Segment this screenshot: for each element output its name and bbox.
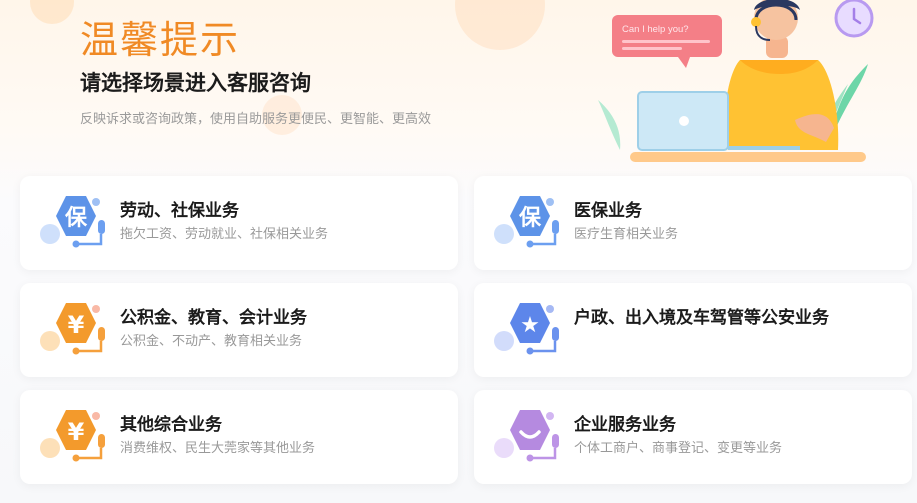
star-badge-icon: ★ <box>494 303 559 355</box>
bao-badge-icon: 保 <box>40 196 105 248</box>
page-subtitle: 请选择场景进入客服咨询 <box>80 71 311 95</box>
yen-badge-icon: ¥ <box>40 303 105 355</box>
card-title: 劳动、社保业务 <box>120 201 239 221</box>
service-card-public-security[interactable]: ★ 户政、出入境及车驾管等公安业务 <box>474 283 912 377</box>
customer-service-illustration: Can I help you? <box>598 0 874 162</box>
speech-bubble-text: Can I help you? <box>622 24 689 35</box>
service-card-other-general[interactable]: ¥ 其他综合业务 消费维权、民生大莞家等其他业务 <box>20 390 458 484</box>
bao-badge-icon: 保 <box>494 196 559 248</box>
card-title: 其他综合业务 <box>120 415 222 435</box>
service-card-housing-fund-education[interactable]: ¥ 公积金、教育、会计业务 公积金、不动产、教育相关业务 <box>20 283 458 377</box>
smile-badge-icon <box>494 410 559 462</box>
card-description: 个体工商户、商事登记、变更等业务 <box>574 441 783 456</box>
decor-bubble <box>455 0 545 50</box>
service-card-medical-insurance[interactable]: 保 医保业务 医疗生育相关业务 <box>474 176 912 270</box>
card-description: 公积金、不动产、教育相关业务 <box>120 334 303 349</box>
card-title: 企业服务业务 <box>574 415 676 435</box>
decor-bubble <box>30 0 74 24</box>
badge-glyph: ¥ <box>68 311 85 339</box>
yen-badge-icon: ¥ <box>40 410 105 462</box>
page-header: 温馨提示 请选择场景进入客服咨询 反映诉求或咨询政策，使用自助服务更便民、更智能… <box>80 14 431 127</box>
card-title: 户政、出入境及车驾管等公安业务 <box>574 308 829 328</box>
card-description: 消费维权、民生大莞家等其他业务 <box>120 441 316 456</box>
badge-glyph: 保 <box>64 206 88 231</box>
card-title: 医保业务 <box>574 201 642 221</box>
page-description: 反映诉求或咨询政策，使用自助服务更便民、更智能、更高效 <box>80 112 432 127</box>
service-card-labor-social-security[interactable]: 保 劳动、社保业务 拖欠工资、劳动就业、社保相关业务 <box>20 176 458 270</box>
card-description: 医疗生育相关业务 <box>574 227 679 242</box>
service-card-enterprise[interactable]: 企业服务业务 个体工商户、商事登记、变更等业务 <box>474 390 912 484</box>
page-title: 温馨提示 <box>80 18 241 62</box>
card-title: 公积金、教育、会计业务 <box>120 308 307 328</box>
badge-glyph: 保 <box>518 206 542 231</box>
badge-glyph: ★ <box>520 313 540 338</box>
card-description: 拖欠工资、劳动就业、社保相关业务 <box>120 227 329 242</box>
badge-glyph: ¥ <box>68 418 85 446</box>
